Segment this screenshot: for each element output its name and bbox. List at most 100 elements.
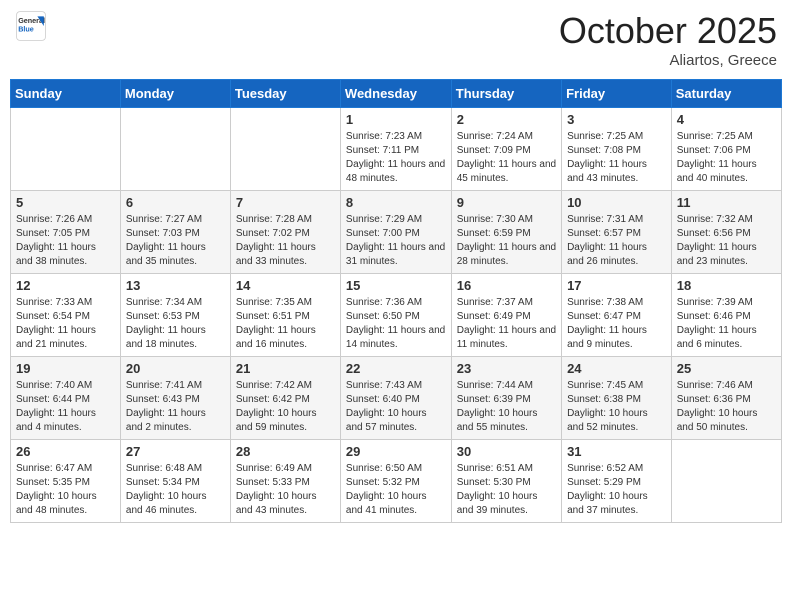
calendar-cell: 3 Sunrise: 7:25 AM Sunset: 7:08 PM Daylig…: [562, 108, 672, 191]
calendar-cell: 6 Sunrise: 7:27 AM Sunset: 7:03 PM Daylig…: [120, 191, 230, 274]
day-info: Sunrise: 6:50 AM Sunset: 5:32 PM Dayligh…: [346, 462, 446, 518]
day-info: Sunrise: 7:27 AM Sunset: 7:03 PM Dayligh…: [126, 213, 225, 269]
day-number: 23: [457, 361, 556, 376]
calendar-cell: 27 Sunrise: 6:48 AM Sunset: 5:34 PM Dayli…: [120, 440, 230, 523]
title-block: October 2025 Aliartos, Greece: [559, 10, 777, 69]
day-info: Sunrise: 6:51 AM Sunset: 5:30 PM Dayligh…: [457, 462, 556, 518]
calendar-cell: 19 Sunrise: 7:40 AM Sunset: 6:44 PM Dayli…: [11, 357, 121, 440]
day-info: Sunrise: 7:25 AM Sunset: 7:08 PM Dayligh…: [567, 130, 666, 186]
calendar-cell: 21 Sunrise: 7:42 AM Sunset: 6:42 PM Dayli…: [230, 357, 340, 440]
calendar-week-row: 26 Sunrise: 6:47 AM Sunset: 5:35 PM Dayli…: [11, 440, 782, 523]
day-info: Sunrise: 7:37 AM Sunset: 6:49 PM Dayligh…: [457, 296, 556, 352]
calendar-cell: 9 Sunrise: 7:30 AM Sunset: 6:59 PM Daylig…: [451, 191, 561, 274]
day-info: Sunrise: 7:31 AM Sunset: 6:57 PM Dayligh…: [567, 213, 666, 269]
day-info: Sunrise: 7:23 AM Sunset: 7:11 PM Dayligh…: [346, 130, 446, 186]
day-number: 13: [126, 278, 225, 293]
day-info: Sunrise: 7:40 AM Sunset: 6:44 PM Dayligh…: [16, 379, 115, 435]
calendar-cell: 23 Sunrise: 7:44 AM Sunset: 6:39 PM Dayli…: [451, 357, 561, 440]
day-info: Sunrise: 7:36 AM Sunset: 6:50 PM Dayligh…: [346, 296, 446, 352]
day-number: 22: [346, 361, 446, 376]
day-number: 19: [16, 361, 115, 376]
day-number: 5: [16, 195, 115, 210]
calendar-cell: 31 Sunrise: 6:52 AM Sunset: 5:29 PM Dayli…: [562, 440, 672, 523]
day-number: 29: [346, 444, 446, 459]
day-number: 6: [126, 195, 225, 210]
calendar-cell: 26 Sunrise: 6:47 AM Sunset: 5:35 PM Dayli…: [11, 440, 121, 523]
day-number: 31: [567, 444, 666, 459]
day-number: 11: [677, 195, 776, 210]
weekday-header: Saturday: [671, 80, 781, 108]
day-info: Sunrise: 6:52 AM Sunset: 5:29 PM Dayligh…: [567, 462, 666, 518]
day-number: 2: [457, 112, 556, 127]
day-number: 10: [567, 195, 666, 210]
calendar-cell: [230, 108, 340, 191]
day-info: Sunrise: 6:48 AM Sunset: 5:34 PM Dayligh…: [126, 462, 225, 518]
day-number: 20: [126, 361, 225, 376]
calendar-cell: 4Sunrise: 7:25 AM Sunset: 7:06 PM Daylig…: [671, 108, 781, 191]
day-number: 26: [16, 444, 115, 459]
calendar-table: SundayMondayTuesdayWednesdayThursdayFrid…: [10, 79, 782, 523]
day-info: Sunrise: 7:34 AM Sunset: 6:53 PM Dayligh…: [126, 296, 225, 352]
calendar-cell: 1 Sunrise: 7:23 AM Sunset: 7:11 PM Daylig…: [340, 108, 451, 191]
day-info: Sunrise: 7:44 AM Sunset: 6:39 PM Dayligh…: [457, 379, 556, 435]
day-info: Sunrise: 7:42 AM Sunset: 6:42 PM Dayligh…: [236, 379, 335, 435]
month-title: October 2025: [559, 10, 777, 52]
day-info: Sunrise: 7:33 AM Sunset: 6:54 PM Dayligh…: [16, 296, 115, 352]
calendar-cell: 29 Sunrise: 6:50 AM Sunset: 5:32 PM Dayli…: [340, 440, 451, 523]
calendar-cell: 30 Sunrise: 6:51 AM Sunset: 5:30 PM Dayli…: [451, 440, 561, 523]
day-info: Sunrise: 7:46 AM Sunset: 6:36 PM Dayligh…: [677, 379, 776, 435]
calendar-cell: [120, 108, 230, 191]
day-number: 17: [567, 278, 666, 293]
logo-icon: General Blue: [15, 10, 47, 42]
calendar-cell: 10 Sunrise: 7:31 AM Sunset: 6:57 PM Dayli…: [562, 191, 672, 274]
calendar-week-row: 12 Sunrise: 7:33 AM Sunset: 6:54 PM Dayli…: [11, 274, 782, 357]
calendar-cell: 17 Sunrise: 7:38 AM Sunset: 6:47 PM Dayli…: [562, 274, 672, 357]
weekday-header: Monday: [120, 80, 230, 108]
calendar-cell: 7 Sunrise: 7:28 AM Sunset: 7:02 PM Daylig…: [230, 191, 340, 274]
weekday-header: Thursday: [451, 80, 561, 108]
day-number: 27: [126, 444, 225, 459]
day-number: 18: [677, 278, 776, 293]
calendar-cell: 28 Sunrise: 6:49 AM Sunset: 5:33 PM Dayli…: [230, 440, 340, 523]
day-number: 8: [346, 195, 446, 210]
day-info: Sunrise: 7:43 AM Sunset: 6:40 PM Dayligh…: [346, 379, 446, 435]
day-number: 9: [457, 195, 556, 210]
calendar-cell: 16 Sunrise: 7:37 AM Sunset: 6:49 PM Dayli…: [451, 274, 561, 357]
day-info: Sunrise: 7:41 AM Sunset: 6:43 PM Dayligh…: [126, 379, 225, 435]
day-info: Sunrise: 7:26 AM Sunset: 7:05 PM Dayligh…: [16, 213, 115, 269]
calendar-cell: 14 Sunrise: 7:35 AM Sunset: 6:51 PM Dayli…: [230, 274, 340, 357]
calendar-cell: 2 Sunrise: 7:24 AM Sunset: 7:09 PM Daylig…: [451, 108, 561, 191]
calendar-cell: 15 Sunrise: 7:36 AM Sunset: 6:50 PM Dayli…: [340, 274, 451, 357]
day-info: Sunrise: 6:49 AM Sunset: 5:33 PM Dayligh…: [236, 462, 335, 518]
calendar-cell: 13 Sunrise: 7:34 AM Sunset: 6:53 PM Dayli…: [120, 274, 230, 357]
day-info: Sunrise: 7:25 AM Sunset: 7:06 PM Dayligh…: [677, 130, 776, 186]
day-number: 14: [236, 278, 335, 293]
weekday-header: Friday: [562, 80, 672, 108]
day-number: 25: [677, 361, 776, 376]
calendar-week-row: 1 Sunrise: 7:23 AM Sunset: 7:11 PM Daylig…: [11, 108, 782, 191]
day-number: 28: [236, 444, 335, 459]
day-info: Sunrise: 7:29 AM Sunset: 7:00 PM Dayligh…: [346, 213, 446, 269]
calendar-cell: 11Sunrise: 7:32 AM Sunset: 6:56 PM Dayli…: [671, 191, 781, 274]
weekday-header: Tuesday: [230, 80, 340, 108]
calendar-week-row: 19 Sunrise: 7:40 AM Sunset: 6:44 PM Dayli…: [11, 357, 782, 440]
day-number: 30: [457, 444, 556, 459]
day-number: 3: [567, 112, 666, 127]
day-number: 7: [236, 195, 335, 210]
day-number: 15: [346, 278, 446, 293]
day-info: Sunrise: 7:30 AM Sunset: 6:59 PM Dayligh…: [457, 213, 556, 269]
day-number: 21: [236, 361, 335, 376]
day-info: Sunrise: 7:38 AM Sunset: 6:47 PM Dayligh…: [567, 296, 666, 352]
day-number: 1: [346, 112, 446, 127]
calendar-cell: [671, 440, 781, 523]
day-info: Sunrise: 7:45 AM Sunset: 6:38 PM Dayligh…: [567, 379, 666, 435]
day-number: 16: [457, 278, 556, 293]
location-subtitle: Aliartos, Greece: [559, 52, 777, 69]
day-info: Sunrise: 6:47 AM Sunset: 5:35 PM Dayligh…: [16, 462, 115, 518]
page-header: General Blue October 2025 Aliartos, Gree…: [10, 10, 782, 69]
day-number: 12: [16, 278, 115, 293]
day-info: Sunrise: 7:35 AM Sunset: 6:51 PM Dayligh…: [236, 296, 335, 352]
calendar-cell: [11, 108, 121, 191]
day-info: Sunrise: 7:24 AM Sunset: 7:09 PM Dayligh…: [457, 130, 556, 186]
day-info: Sunrise: 7:28 AM Sunset: 7:02 PM Dayligh…: [236, 213, 335, 269]
